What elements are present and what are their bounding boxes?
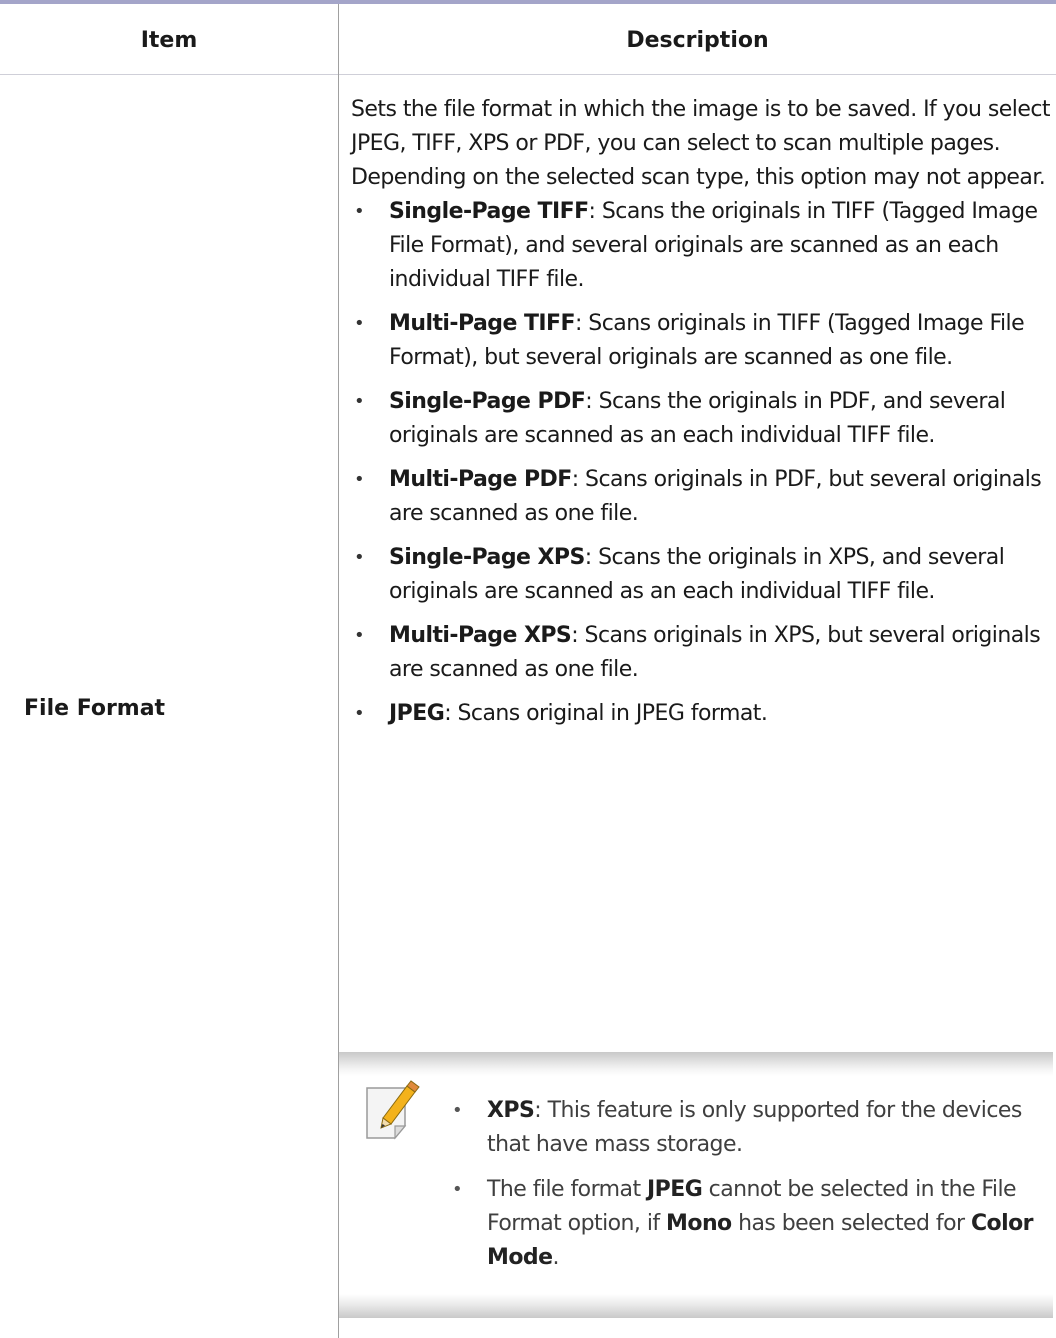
- option-term: JPEG: [389, 701, 445, 726]
- row-item-label: File Format: [24, 696, 166, 721]
- bullet-icon: •: [354, 547, 365, 568]
- list-item: • Multi-Page TIFF: Scans originals in TIF…: [351, 307, 1051, 375]
- option-term: Multi-Page XPS: [389, 623, 572, 648]
- bullet-icon: •: [452, 1179, 463, 1200]
- list-item: • Single-Page PDF: Scans the originals in…: [351, 385, 1051, 453]
- option-term: Single-Page PDF: [389, 389, 586, 414]
- bullet-icon: •: [354, 313, 365, 334]
- bullet-icon: •: [354, 625, 365, 646]
- note-term: XPS: [487, 1098, 535, 1123]
- note-box: • XPS: This feature is only supported for…: [339, 1052, 1053, 1318]
- note-list: • XPS: This feature is only supported for…: [449, 1094, 1049, 1286]
- bullet-icon: •: [354, 703, 365, 724]
- list-item: • Single-Page TIFF: Scans the originals i…: [351, 195, 1051, 297]
- note-term: JPEG: [647, 1177, 703, 1202]
- note-text: has been selected for: [731, 1211, 971, 1236]
- header-item: Item: [140, 28, 198, 53]
- header-description: Description: [626, 28, 769, 53]
- description-intro: Sets the file format in which the image …: [351, 97, 1051, 190]
- list-item: • Single-Page XPS: Scans the originals in…: [351, 541, 1051, 609]
- note-top-bar: [339, 1052, 1053, 1076]
- option-term: Single-Page TIFF: [389, 199, 589, 224]
- option-term: Multi-Page PDF: [389, 467, 572, 492]
- note-text: The file format: [487, 1177, 648, 1202]
- note-bottom-bar: [339, 1294, 1053, 1318]
- list-item: • JPEG: Scans original in JPEG format.: [351, 697, 1051, 731]
- list-item: • Multi-Page XPS: Scans originals in XPS,…: [351, 619, 1051, 687]
- bullet-icon: •: [452, 1100, 463, 1121]
- option-term: Single-Page XPS: [389, 545, 585, 570]
- note-term: Mono: [666, 1211, 732, 1236]
- bullet-icon: •: [354, 469, 365, 490]
- format-options-list: • Single-Page TIFF: Scans the originals i…: [351, 195, 1051, 731]
- note-text: : This feature is only supported for the…: [487, 1098, 1022, 1157]
- bullet-icon: •: [354, 391, 365, 412]
- note-text: .: [552, 1245, 559, 1270]
- note-item: • The file format JPEG cannot be selected…: [449, 1173, 1049, 1275]
- list-item: • Multi-Page PDF: Scans originals in PDF,…: [351, 463, 1051, 531]
- option-term: Multi-Page TIFF: [389, 311, 576, 336]
- bullet-icon: •: [354, 201, 365, 222]
- row-description: Sets the file format in which the image …: [351, 93, 1051, 741]
- note-item: • XPS: This feature is only supported for…: [449, 1094, 1049, 1162]
- option-text: : Scans original in JPEG format.: [444, 701, 768, 726]
- note-pencil-icon: [366, 1080, 420, 1140]
